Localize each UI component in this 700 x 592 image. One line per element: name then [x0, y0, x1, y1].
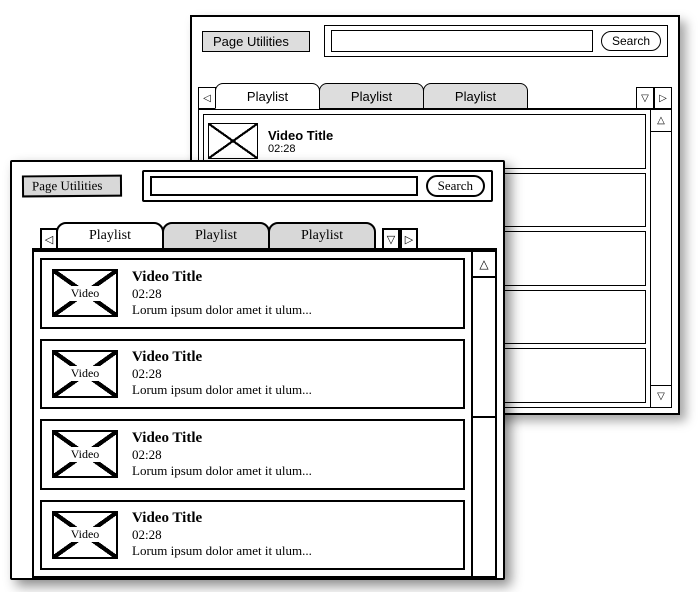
list-item[interactable]: Video Video Title 02:28 Lorum ipsum dolo…: [40, 500, 465, 571]
tabs-prev-button[interactable]: ◁: [198, 87, 216, 109]
video-thumb-icon: Video: [52, 430, 118, 478]
video-thumb-icon: [208, 123, 258, 159]
tab-playlist-1[interactable]: Playlist: [215, 83, 320, 109]
scrollbar[interactable]: △: [471, 250, 497, 578]
search-button[interactable]: Search: [426, 175, 485, 197]
video-title: Video Title: [132, 269, 312, 286]
tabs-next-button[interactable]: ▷: [400, 228, 418, 250]
video-duration: 02:28: [132, 527, 312, 543]
list-item-text: Video Title 02:28 Lorum ipsum dolor amet…: [132, 269, 312, 318]
page-utilities-button[interactable]: Page Utilities: [22, 175, 123, 198]
front-header: Page Utilities Search: [12, 162, 503, 210]
tab-playlist-1[interactable]: Playlist: [56, 222, 164, 250]
video-thumb-icon: Video: [52, 269, 118, 317]
back-header: Page Utilities Search: [192, 17, 678, 65]
list-item-text: Video Title 02:28 Lorum ipsum dolor amet…: [132, 430, 312, 479]
video-desc: Lorum ipsum dolor amet it ulum...: [132, 302, 312, 318]
thumb-label: Video: [69, 366, 102, 381]
list-item[interactable]: Video Video Title 02:28 Lorum ipsum dolo…: [40, 419, 465, 490]
list-item-text: Video Title 02:28 Lorum ipsum dolor amet…: [132, 349, 312, 398]
scroll-up-icon[interactable]: △: [473, 252, 495, 278]
search-bar: Search: [324, 25, 668, 57]
thumb-label: Video: [69, 447, 102, 462]
decorative-shadow: [0, 582, 700, 592]
video-title: Video Title: [132, 510, 312, 527]
tab-playlist-2[interactable]: Playlist: [162, 222, 270, 250]
tabs-dropdown-button[interactable]: ▽: [636, 87, 654, 109]
scroll-track[interactable]: [473, 418, 495, 576]
tab-playlist-3[interactable]: Playlist: [268, 222, 376, 250]
scroll-down-icon[interactable]: ▽: [651, 385, 671, 407]
search-button[interactable]: Search: [601, 31, 661, 51]
front-body: Video Video Title 02:28 Lorum ipsum dolo…: [32, 248, 497, 578]
scroll-up-icon[interactable]: △: [651, 110, 671, 132]
tabs-row: ◁ Playlist Playlist Playlist ▽ ▷: [198, 83, 672, 109]
scroll-thumb[interactable]: [473, 278, 495, 418]
tabs-row: ◁ Playlist Playlist Playlist ▽ ▷: [40, 222, 497, 250]
video-duration: 02:28: [132, 447, 312, 463]
video-desc: Lorum ipsum dolor amet it ulum...: [132, 463, 312, 479]
video-title: Video Title: [132, 430, 312, 447]
video-duration: 02:28: [132, 366, 312, 382]
page-utilities-button[interactable]: Page Utilities: [202, 31, 310, 52]
list-item-text: Video Title 02:28: [268, 128, 333, 155]
video-title: Video Title: [268, 128, 333, 143]
thumb-label: Video: [69, 527, 102, 542]
search-bar: Search: [142, 170, 493, 202]
video-desc: Lorum ipsum dolor amet it ulum...: [132, 543, 312, 559]
video-duration: 02:28: [132, 286, 312, 302]
front-window: Page Utilities Search ◁ Playlist Playlis…: [10, 160, 505, 580]
list-item[interactable]: Video Video Title 02:28 Lorum ipsum dolo…: [40, 339, 465, 410]
video-title: Video Title: [132, 349, 312, 366]
tab-playlist-2[interactable]: Playlist: [319, 83, 424, 109]
video-list: Video Video Title 02:28 Lorum ipsum dolo…: [32, 250, 471, 578]
tabs-next-button[interactable]: ▷: [654, 87, 672, 109]
scrollbar[interactable]: △ ▽: [650, 109, 672, 408]
video-desc: Lorum ipsum dolor amet it ulum...: [132, 382, 312, 398]
list-item[interactable]: Video Video Title 02:28 Lorum ipsum dolo…: [40, 258, 465, 329]
search-input[interactable]: [331, 30, 593, 52]
video-duration: 02:28: [268, 143, 333, 155]
thumb-label: Video: [69, 286, 102, 301]
tabs-dropdown-button[interactable]: ▽: [382, 228, 400, 250]
scroll-track[interactable]: [651, 132, 671, 385]
tab-playlist-3[interactable]: Playlist: [423, 83, 528, 109]
video-thumb-icon: Video: [52, 350, 118, 398]
search-input[interactable]: [150, 176, 417, 196]
list-item-text: Video Title 02:28 Lorum ipsum dolor amet…: [132, 510, 312, 559]
video-thumb-icon: Video: [52, 511, 118, 559]
